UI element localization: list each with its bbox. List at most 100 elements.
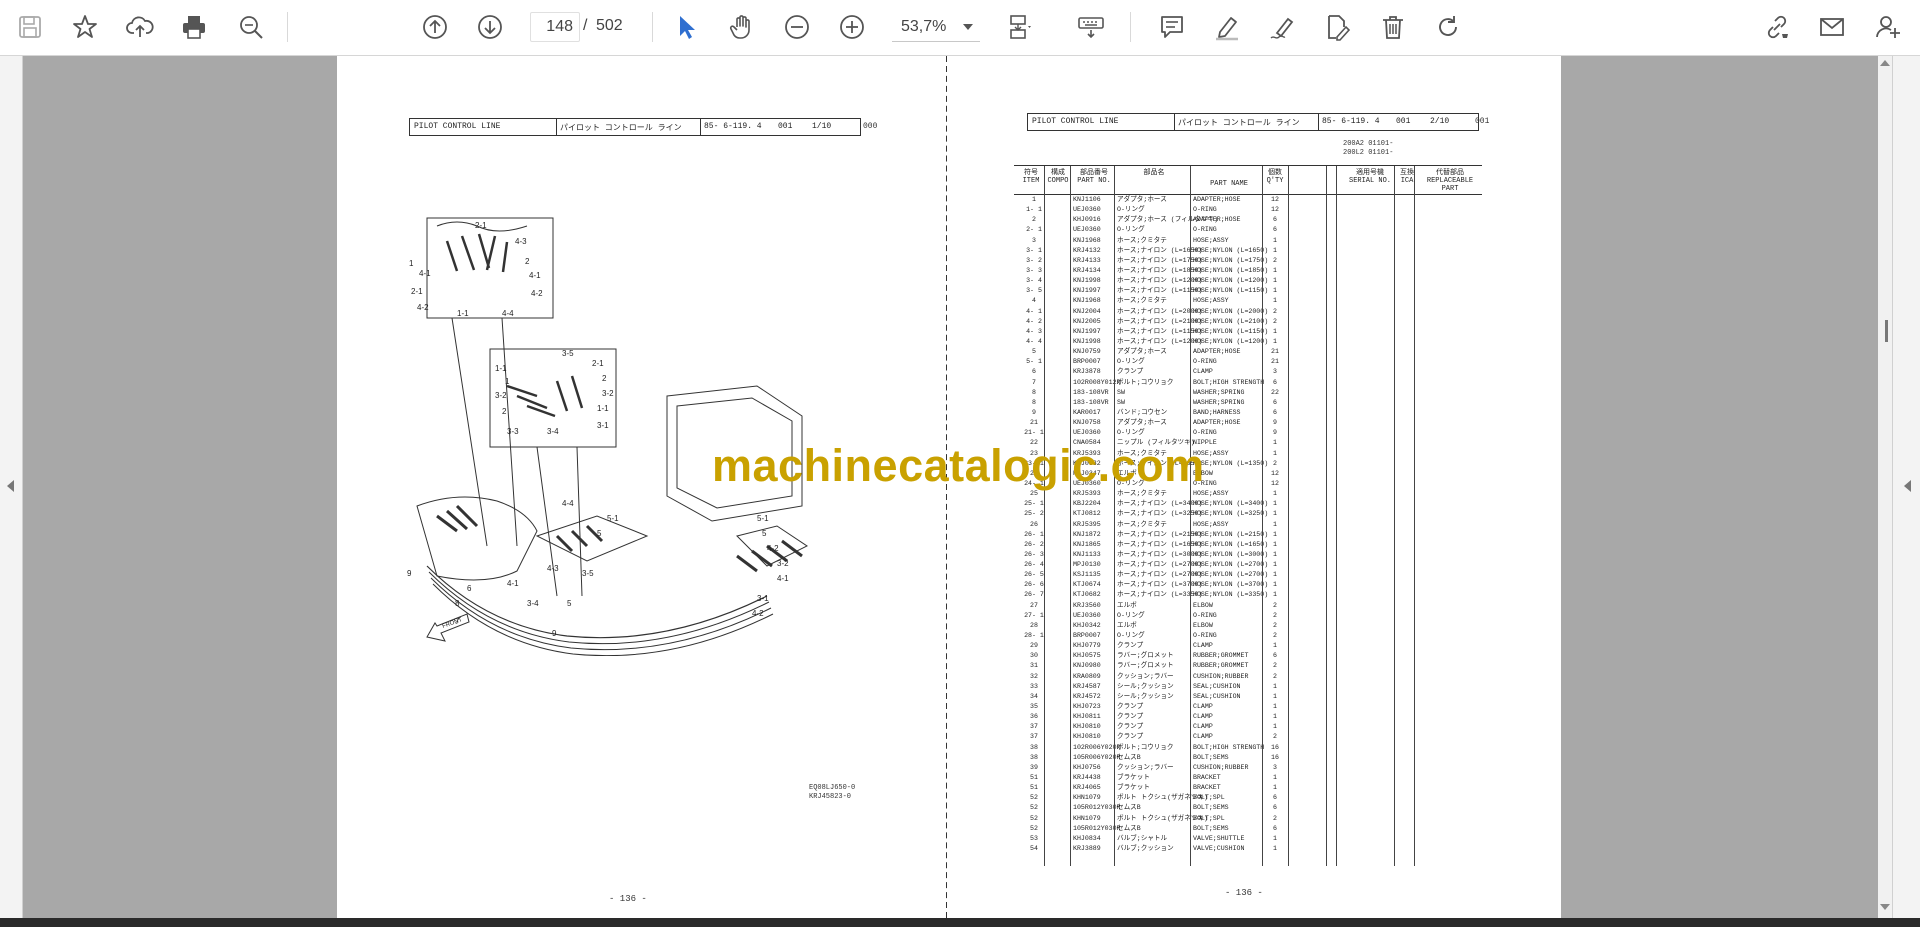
qty-cell: 1 [1273, 591, 1277, 599]
item-cell: 4- 3 [1026, 327, 1042, 335]
part-name-cell: ADAPTER;HOSE [1193, 348, 1241, 356]
part-name-cell: O-RING [1193, 429, 1217, 437]
save-icon[interactable] [14, 11, 46, 43]
part-no-cell: KNJ0980 [1073, 662, 1101, 670]
page-number-input[interactable]: 148 [530, 12, 580, 42]
select-cursor-icon[interactable] [670, 11, 702, 43]
expand-right-icon[interactable] [1904, 480, 1911, 492]
delete-icon[interactable] [1377, 11, 1409, 43]
table-row: 35 KHJ0723 クランプ CLAMP 1 [1014, 702, 1482, 712]
qty-cell: 1 [1273, 500, 1277, 508]
item-cell: 52 [1030, 794, 1038, 802]
qty-cell: 1 [1273, 834, 1277, 842]
part-no-cell: KHN1079 [1073, 794, 1101, 802]
upload-icon[interactable] [124, 11, 156, 43]
part-name-cell: CLAMP [1193, 713, 1213, 721]
item-cell: 8 [1032, 398, 1036, 406]
part-name-cell: CLAMP [1193, 642, 1213, 650]
jp-name-cell: セムスB [1117, 824, 1141, 832]
table-row: 3- 1 KRJ4132 ホース;ナイロン (L=1650) HOSE;NYLON (… [1014, 246, 1482, 256]
item-cell: 9 [1032, 408, 1036, 416]
highlight-icon[interactable] [1211, 11, 1243, 43]
zoom-search-icon[interactable] [235, 11, 267, 43]
redo-icon[interactable] [1432, 11, 1464, 43]
part-no-cell: KNJ1968 [1073, 236, 1101, 244]
table-row: 31 KNJ0980 ラバー;グロメット RUBBER;GROMMET 2 [1014, 661, 1482, 671]
jp-name-cell: ラバー;グロメット [1117, 652, 1174, 660]
item-cell: 54 [1030, 845, 1038, 852]
fit-page-icon[interactable] [1004, 11, 1036, 43]
expand-left-icon[interactable] [7, 480, 14, 492]
qty-cell: 21 [1271, 348, 1279, 356]
chevron-down-icon[interactable] [963, 24, 973, 30]
hand-icon[interactable] [726, 11, 758, 43]
qty-cell: 1 [1273, 692, 1277, 700]
part-no-cell: 183-108VR [1073, 398, 1109, 406]
jp-name-cell: バルブ;シャトル [1117, 834, 1168, 842]
zoom-in-icon[interactable] [836, 11, 868, 43]
share-link-icon[interactable] [1761, 11, 1793, 43]
part-name-cell: BOLT;SEMS [1193, 804, 1229, 812]
svg-text:4-3: 4-3 [515, 237, 527, 246]
svg-text:5: 5 [762, 529, 767, 538]
vertical-scrollbar[interactable] [1878, 56, 1892, 918]
taskbar-strip [0, 918, 1920, 927]
svg-text:5: 5 [567, 599, 572, 608]
svg-text:8: 8 [455, 599, 460, 608]
sign-icon[interactable] [1266, 11, 1298, 43]
table-row: 39 KHJ0756 クッション;ラバー CUSHION;RUBBER 3 [1014, 763, 1482, 773]
item-cell: 5- 1 [1026, 358, 1042, 366]
star-icon[interactable] [69, 11, 101, 43]
item-cell: 37 [1030, 723, 1038, 731]
comment-icon[interactable] [1156, 11, 1188, 43]
part-no-cell: KHJ0834 [1073, 834, 1101, 842]
page-header: PILOT CONTROL LINE パイロット コントロール ライン 85- … [1027, 113, 1479, 131]
jp-name-cell: クランプ [1117, 368, 1144, 376]
item-cell: 26- 5 [1024, 571, 1044, 579]
part-no-cell: KNJ1997 [1073, 287, 1101, 295]
header-suffix: 000 [863, 122, 878, 131]
table-row: 9 KAR0017 バンド;コウセン BAND;HARNESS 6 [1014, 408, 1482, 418]
scroll-up-icon[interactable] [1880, 60, 1890, 66]
qty-cell: 1 [1273, 297, 1277, 305]
edit-pdf-icon[interactable] [1321, 11, 1353, 43]
jp-name-cell: O-リング [1117, 429, 1145, 437]
qty-cell: 2 [1273, 632, 1277, 640]
header-suffix: 001 [1475, 117, 1490, 126]
part-no-cell: KAR0017 [1073, 408, 1101, 416]
part-name-cell: ELBOW [1193, 621, 1213, 629]
qty-cell: 16 [1271, 753, 1279, 761]
svg-text:3-2: 3-2 [602, 389, 614, 398]
svg-text:9: 9 [552, 629, 557, 638]
scroll-down-icon[interactable] [1880, 904, 1890, 910]
qty-cell: 12 [1271, 479, 1279, 487]
part-no-cell: KRJ4065 [1073, 784, 1101, 792]
page-up-icon[interactable] [419, 11, 451, 43]
qty-cell: 6 [1273, 804, 1277, 812]
part-no-cell: KTJ0682 [1073, 591, 1101, 599]
part-name-cell: ELBOW [1193, 601, 1213, 609]
table-row: 7 102R008Y012R ボルト;コウリョク BOLT;HIGH STRENGTH… [1014, 378, 1482, 388]
keyboard-icon[interactable] [1075, 11, 1107, 43]
table-row: 26- 4 MPJ0130 ホース;ナイロン (L=2700) HOSE;NYLON … [1014, 560, 1482, 570]
parts-table-header: 符号 ITEM 構成 COMPO 部品番号 PART NO. 部品名 PART … [1014, 166, 1482, 195]
part-no-cell: BRP0007 [1073, 632, 1101, 640]
document-viewer[interactable]: PILOT CONTROL LINE パイロット コントロール ライン 85- … [0, 56, 1920, 918]
scrollbar-thumb[interactable] [1885, 320, 1888, 342]
page-down-icon[interactable] [474, 11, 506, 43]
item-cell: 5 [1032, 348, 1036, 356]
table-row: 26- 1 KNJ1872 ホース;ナイロン (L=2150) HOSE;NYLON … [1014, 530, 1482, 540]
print-icon[interactable] [178, 11, 210, 43]
email-icon[interactable] [1816, 11, 1848, 43]
zoom-out-icon[interactable] [781, 11, 813, 43]
table-row: 2 KHJ0916 アダプタ;ホース (フィルタツキ) ADAPTER;HOSE 6 [1014, 215, 1482, 225]
jp-name-cell: アダプタ;ホース [1117, 419, 1167, 427]
part-name-cell: VALVE;SHUTTLE [1193, 834, 1245, 842]
qty-cell: 6 [1273, 824, 1277, 832]
add-user-icon[interactable] [1872, 11, 1904, 43]
part-no-cell: KNJ1998 [1073, 337, 1101, 345]
part-name-cell: HOSE;NYLON (L=3400) [1193, 500, 1269, 508]
table-row: 26- 6 KTJ0674 ホース;ナイロン (L=3700) HOSE;NYLON … [1014, 580, 1482, 590]
svg-text:2-1: 2-1 [592, 359, 604, 368]
svg-text:3-4: 3-4 [547, 427, 559, 436]
